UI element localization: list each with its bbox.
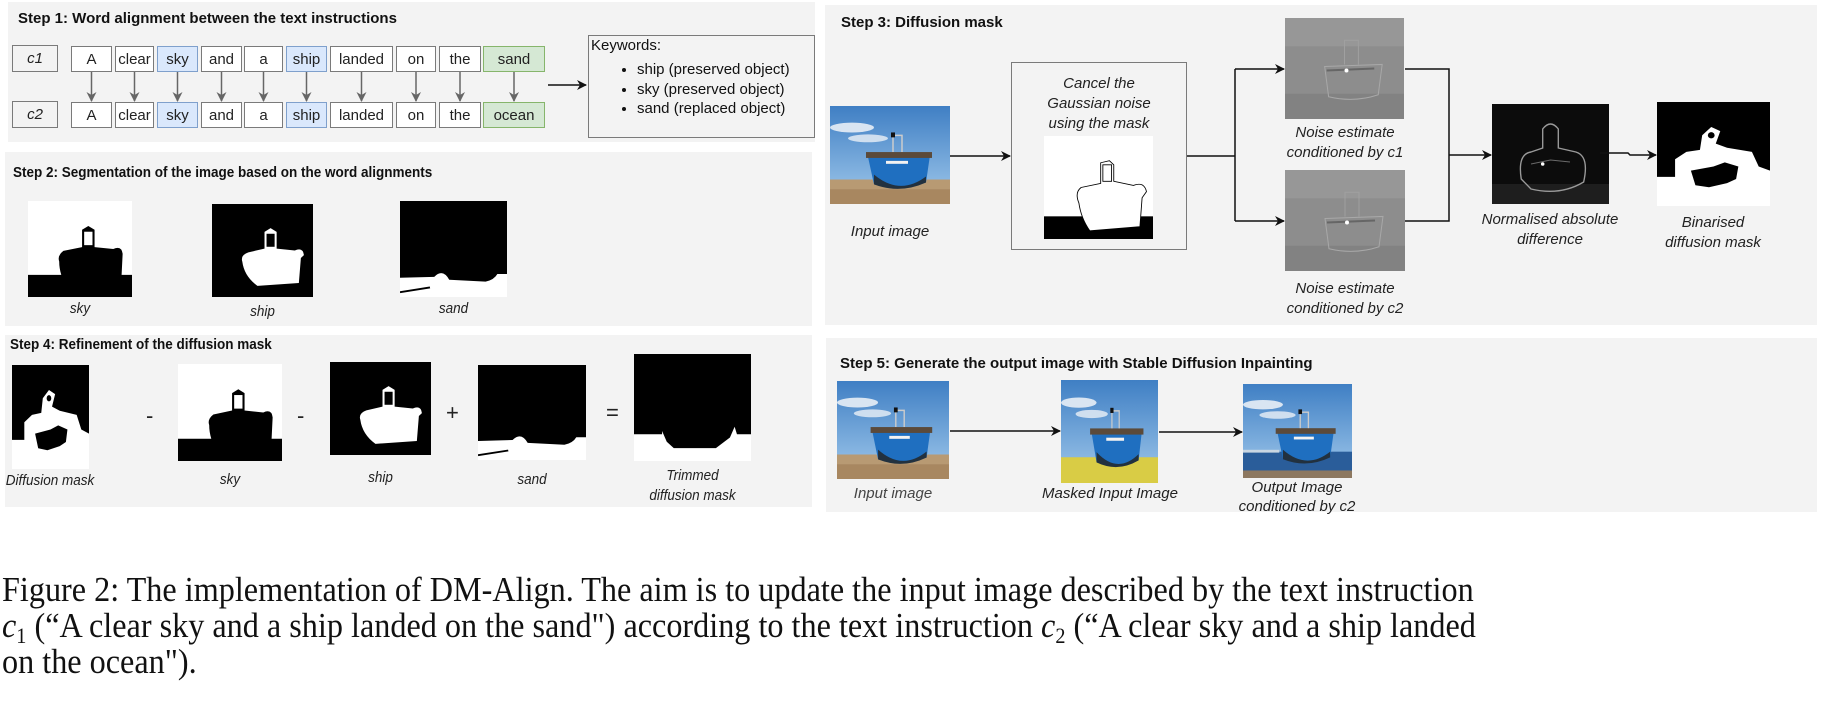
word-box-c2: ship: [286, 102, 327, 128]
absolute-difference-image: [1492, 104, 1609, 204]
binarised-mask-image: [1657, 102, 1770, 206]
step2-ship-mask: [212, 204, 313, 297]
output-image: [1243, 384, 1352, 478]
step2-ship-label: ship: [250, 303, 275, 320]
step5-input-label: Input image: [853, 485, 933, 502]
minus-operator: -: [297, 403, 305, 428]
word-box-c2: A: [71, 102, 112, 128]
step2-sky-label: sky: [69, 300, 91, 317]
caption-line1: Figure 2: The implementation of DM-Align…: [2, 570, 1474, 609]
word-box-c1: sand: [483, 46, 545, 72]
word-box-c1: sky: [157, 46, 198, 72]
word-box-c2: on: [396, 102, 436, 128]
caption-line2-mid: (“A clear sky and a ship landed on the s…: [26, 606, 1042, 645]
noise-c1-label-line1: Noise estimate: [1295, 124, 1395, 141]
noise-c1-label-line2: conditioned by c1: [1286, 144, 1404, 161]
equals-operator: =: [606, 400, 619, 425]
c2-subscript: 2: [1055, 623, 1066, 648]
word-box-c1: ship: [286, 46, 327, 72]
step4-trimmed-label-line1: Trimmed: [666, 467, 719, 484]
difference-label-line1: Normalised absolute: [1481, 211, 1619, 228]
caption-line2-end: (“A clear sky and a ship landed: [1065, 606, 1476, 645]
figure-caption: Figure 2: The implementation of DM-Align…: [2, 572, 1678, 680]
cancel-line2: Gaussian noise: [1047, 95, 1151, 112]
binarised-label-line2: diffusion mask: [1665, 234, 1761, 251]
step4-diffusion-mask: [12, 365, 89, 469]
word-box-c1: on: [396, 46, 436, 72]
word-box-c2: and: [201, 102, 242, 128]
step1-title: Step 1: Word alignment between the text …: [18, 10, 397, 27]
step4-trimmed-mask: [634, 354, 751, 461]
word-box-c2: landed: [330, 102, 393, 128]
word-box-c2: sky: [157, 102, 198, 128]
word-box-c1: landed: [330, 46, 393, 72]
step4-sky-mask: [178, 364, 282, 461]
masked-input-label: Masked Input Image: [1042, 485, 1178, 502]
word-box-c2: the: [439, 102, 481, 128]
word-box-c2: a: [244, 102, 283, 128]
plus-operator: +: [446, 400, 459, 425]
step4-ship-mask: [330, 362, 431, 455]
word-box-c1: a: [244, 46, 283, 72]
step4-sand-mask: [478, 365, 586, 460]
word-box-c2: clear: [115, 102, 154, 128]
step2-sand-mask: [400, 201, 507, 297]
minus-operator: -: [146, 403, 154, 428]
step2-title: Step 2: Segmentation of the image based …: [13, 164, 433, 181]
keyword-item: sand (replaced object): [637, 99, 814, 119]
keyword-item: sky (preserved object): [637, 80, 814, 100]
cancel-line1: Cancel the: [1063, 75, 1135, 92]
step5-input-image: [837, 381, 949, 479]
step4-sky-label: sky: [219, 471, 241, 488]
noise-c2-label-line1: Noise estimate: [1295, 280, 1395, 297]
word-box-c1: A: [71, 46, 112, 72]
binarised-label-line1: Binarised: [1681, 214, 1745, 231]
c1-symbol: c: [2, 606, 17, 645]
step3-title: Step 3: Diffusion mask: [841, 14, 1003, 31]
step4-title: Step 4: Refinement of the diffusion mask: [10, 336, 272, 353]
noise-c2-label-line2: conditioned by c2: [1286, 300, 1404, 317]
step4-trimmed-label-line2: diffusion mask: [649, 487, 736, 504]
step3-input-label: Input image: [850, 223, 930, 240]
output-label-line2: conditioned by c2: [1238, 498, 1356, 515]
noise-estimate-c1-image: [1285, 18, 1404, 119]
step3-input-image: [830, 106, 950, 204]
step5-title: Step 5: Generate the output image with S…: [840, 355, 1313, 372]
cancel-mask-image: [1044, 136, 1153, 239]
keywords-list: ship (preserved object) sky (preserved o…: [611, 60, 814, 119]
masked-input-image: [1061, 380, 1158, 483]
noise-estimate-c2-image: [1285, 170, 1405, 271]
step4-sand-label: sand: [517, 471, 547, 488]
keyword-item: ship (preserved object): [637, 60, 814, 80]
cancel-line3: using the mask: [1048, 115, 1150, 132]
difference-label-line2: difference: [1517, 231, 1583, 248]
c2-symbol: c: [1041, 606, 1056, 645]
step2-sand-label: sand: [438, 300, 469, 317]
c2-label: c2: [12, 101, 58, 128]
word-box-c1: the: [439, 46, 481, 72]
caption-line2: c1 (“A clear sky and a ship landed on th…: [2, 606, 1678, 647]
word-box-c2: ocean: [483, 102, 545, 128]
output-label-line1: Output Image: [1251, 479, 1343, 496]
keywords-title: Keywords:: [591, 37, 662, 54]
step4-ship-label: ship: [368, 469, 393, 486]
caption-line3: on the ocean").: [2, 642, 197, 681]
word-box-c1: and: [201, 46, 242, 72]
word-box-c1: clear: [115, 46, 154, 72]
step2-sky-mask: [28, 201, 132, 297]
keywords-box: Keywords: ship (preserved object) sky (p…: [588, 35, 815, 138]
step4-diffusion-label: Diffusion mask: [5, 472, 95, 489]
c1-label: c1: [12, 45, 58, 72]
